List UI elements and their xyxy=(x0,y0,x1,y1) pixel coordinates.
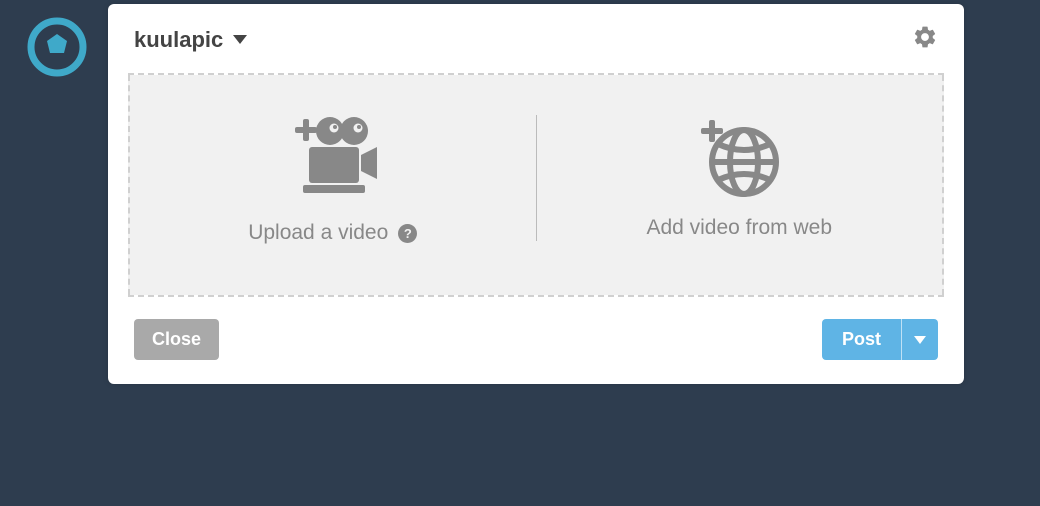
camcorder-icon xyxy=(279,111,387,207)
account-name: kuulapic xyxy=(134,27,223,53)
upload-area: Upload a video ? Add video xyxy=(128,75,944,295)
help-icon[interactable]: ? xyxy=(398,224,417,243)
video-upload-modal: kuulapic xyxy=(108,4,964,384)
gear-icon xyxy=(912,24,938,50)
upload-video-label-row: Upload a video ? xyxy=(248,221,417,245)
settings-button[interactable] xyxy=(912,24,938,55)
add-from-web-option[interactable]: Add video from web xyxy=(537,111,943,245)
post-options-button[interactable] xyxy=(901,319,938,360)
post-button[interactable]: Post xyxy=(822,319,901,360)
chevron-down-icon xyxy=(233,35,247,44)
account-selector[interactable]: kuulapic xyxy=(134,27,247,53)
globe-icon xyxy=(694,116,784,202)
add-from-web-label: Add video from web xyxy=(646,216,832,240)
modal-footer: Close Post xyxy=(108,297,964,384)
upload-video-option[interactable]: Upload a video ? xyxy=(130,111,536,245)
modal-header: kuulapic xyxy=(108,4,964,73)
close-button[interactable]: Close xyxy=(134,319,219,360)
upload-video-label: Upload a video xyxy=(248,221,388,245)
chevron-down-icon xyxy=(914,336,926,344)
brand-logo[interactable] xyxy=(26,16,88,83)
add-from-web-label-row: Add video from web xyxy=(646,216,832,240)
post-button-group: Post xyxy=(822,319,938,360)
